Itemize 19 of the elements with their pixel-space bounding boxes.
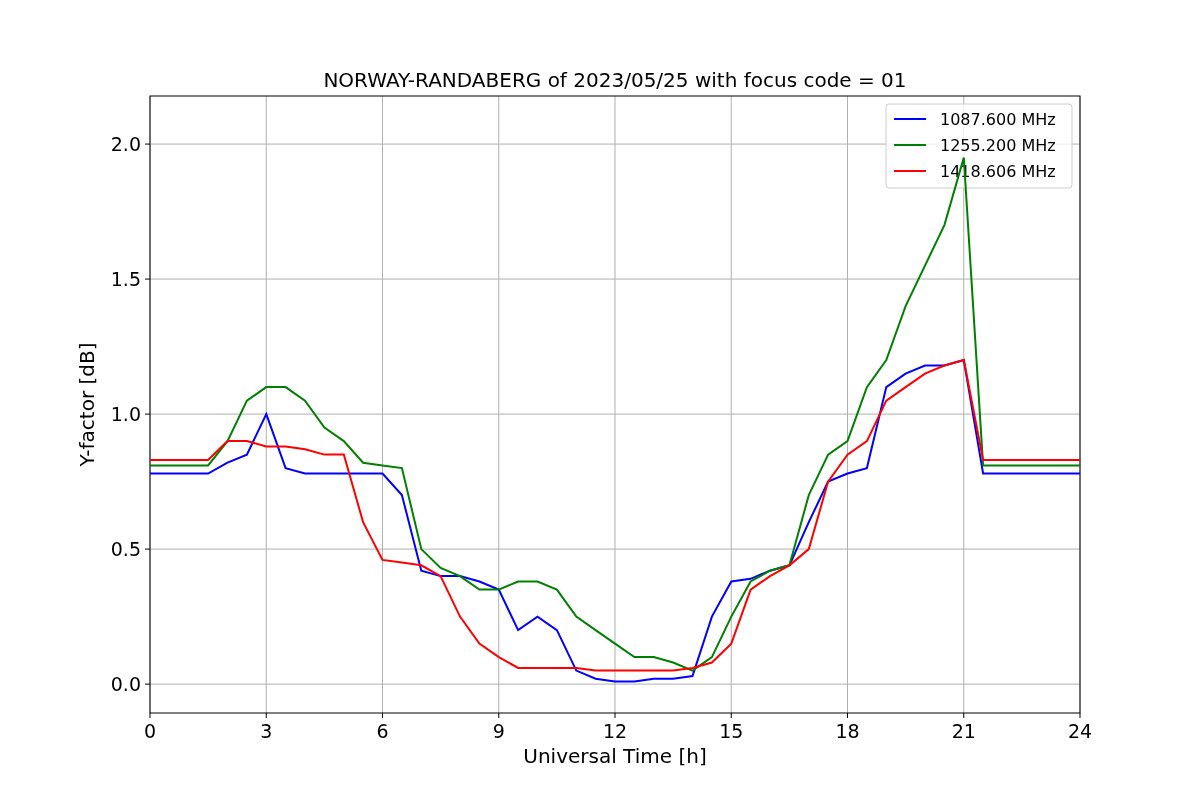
x-tick-label: 21 — [951, 720, 976, 742]
x-tick-label: 18 — [835, 720, 860, 742]
legend-label: 1087.600 MHz — [940, 110, 1056, 129]
y-tick-label: 1.5 — [110, 268, 141, 291]
x-tick-label: 0 — [143, 720, 157, 742]
x-tick-label: 3 — [260, 720, 273, 742]
x-axis-label: Universal Time [h] — [523, 744, 707, 768]
y-tick-label: 0.0 — [110, 673, 141, 696]
x-tick-label: 6 — [376, 720, 389, 742]
y-tick-label: 1.0 — [110, 403, 141, 426]
y-tick-label: 0.5 — [110, 538, 141, 561]
chart-title: NORWAY-RANDABERG of 2023/05/25 with focus code = 01 — [323, 68, 907, 92]
x-tick-label: 24 — [1067, 720, 1093, 742]
x-tick-label: 12 — [602, 720, 628, 742]
x-tick-label: 9 — [492, 720, 505, 742]
legend-label: 1255.200 MHz — [940, 136, 1056, 155]
y-tick-label: 2.0 — [110, 133, 141, 156]
x-tick-label: 15 — [719, 720, 744, 742]
y-axis-label: Y-factor [dB] — [75, 342, 99, 467]
